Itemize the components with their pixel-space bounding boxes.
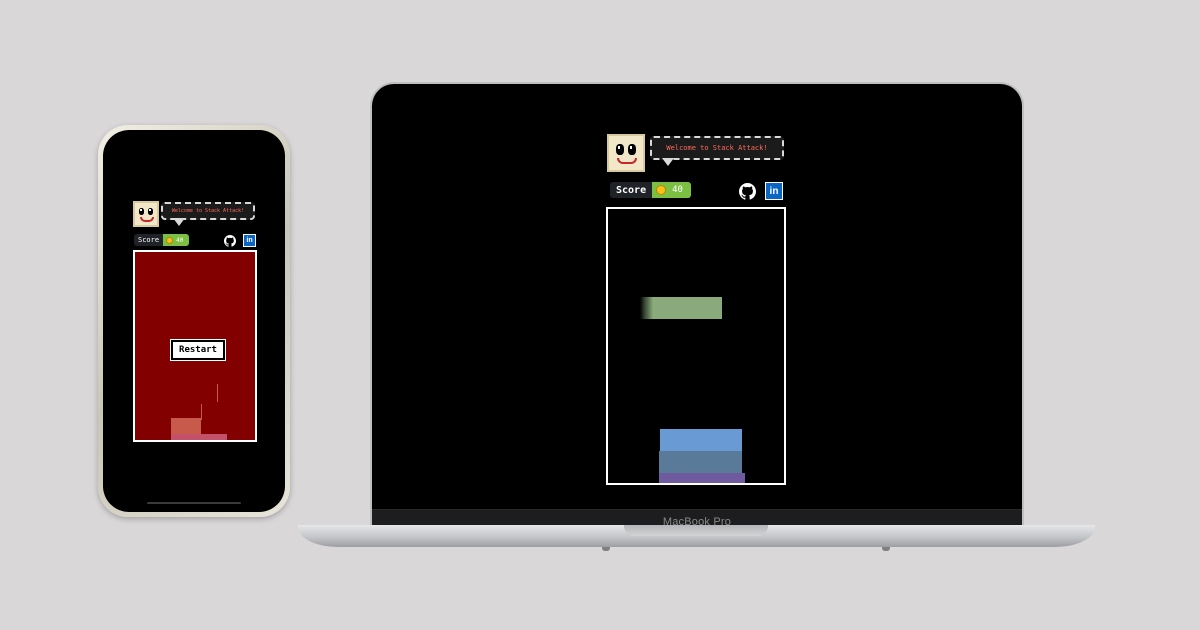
smiley-avatar: [607, 134, 645, 172]
score-label: Score: [134, 234, 164, 246]
stack-block-middle: [659, 451, 742, 473]
welcome-speech-bubble: Welcome to Stack Attack!: [650, 136, 784, 166]
linkedin-icon[interactable]: in: [765, 182, 783, 200]
game-board[interactable]: [606, 207, 786, 485]
fallen-block-sliver: [201, 404, 202, 420]
score-value-box: 40: [652, 182, 691, 198]
stack-block-top: [171, 418, 201, 434]
github-icon[interactable]: [738, 182, 756, 200]
laptop-foot: [602, 547, 610, 551]
laptop-opening-notch: [624, 525, 768, 536]
avatar-left-eye: [139, 208, 144, 215]
welcome-speech-bubble: Welcome to Stack Attack!: [161, 202, 255, 226]
avatar-left-eye: [616, 144, 624, 155]
avatar-right-eye: [148, 208, 153, 215]
score-value: 40: [176, 236, 184, 244]
score-display: Score 40: [134, 234, 190, 246]
coin-icon: [166, 236, 174, 244]
score-display: Score 40: [610, 182, 691, 198]
smiley-avatar: [133, 201, 159, 227]
welcome-text: Welcome to Stack Attack!: [666, 144, 768, 152]
linkedin-icon[interactable]: in: [243, 234, 256, 247]
score-value: 40: [672, 185, 683, 195]
laptop-base: [298, 525, 1095, 551]
avatar-right-eye: [628, 144, 636, 155]
stack-block-base: [171, 434, 227, 440]
game-board[interactable]: Restart: [133, 250, 257, 442]
moving-block: [640, 297, 722, 319]
stack-block-base: [659, 473, 745, 483]
welcome-text: Welcome to Stack Attack!: [171, 208, 245, 214]
score-value-box: 40: [163, 234, 190, 246]
fallen-block-sliver: [217, 384, 218, 402]
phone-device: Welcome to Stack Attack! Score 40 in Res…: [98, 125, 290, 517]
stack-block-top: [660, 429, 742, 451]
avatar-mouth: [140, 217, 154, 222]
github-icon[interactable]: [223, 234, 236, 247]
restart-button[interactable]: Restart: [171, 340, 225, 360]
avatar-mouth: [617, 158, 637, 164]
laptop-screen: Welcome to Stack Attack! Score 40 in Mac…: [372, 84, 1022, 528]
coin-icon: [656, 185, 667, 195]
phone-screen: Welcome to Stack Attack! Score 40 in Res…: [103, 130, 285, 512]
score-label: Score: [610, 182, 653, 198]
laptop-foot: [882, 547, 890, 551]
home-indicator[interactable]: [147, 502, 241, 504]
